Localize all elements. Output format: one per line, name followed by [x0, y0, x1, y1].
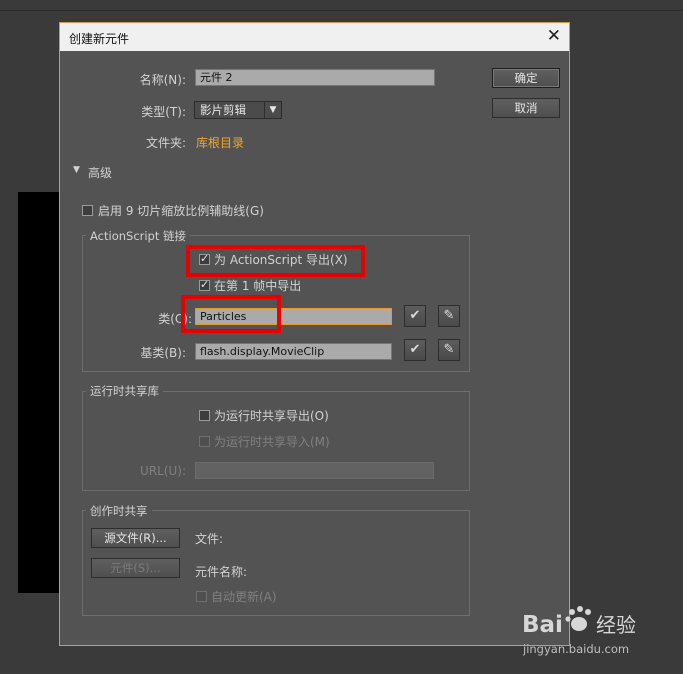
- type-select[interactable]: 影片剪辑 ▼: [194, 101, 282, 119]
- advanced-label[interactable]: 高级: [88, 164, 112, 181]
- dialog-titlebar: 创建新元件 ✕: [60, 23, 569, 51]
- url-label: URL(U):: [140, 464, 186, 478]
- name-input[interactable]: 元件 2: [195, 69, 435, 86]
- authoring-shared-group-title: 创作时共享: [86, 503, 152, 519]
- close-icon[interactable]: ✕: [547, 26, 561, 46]
- edit-base-class-pencil-icon[interactable]: ✎: [438, 339, 460, 361]
- base-class-input[interactable]: flash.display.MovieClip: [195, 343, 392, 360]
- export-runtime-label: 为运行时共享导出(O): [214, 409, 329, 423]
- auto-update-label: 自动更新(A): [211, 590, 277, 604]
- highlight-box-export-as: [186, 245, 365, 277]
- source-file-button[interactable]: 源文件(R)...: [91, 528, 180, 548]
- folder-link[interactable]: 库根目录: [196, 134, 244, 151]
- dialog-title: 创建新元件: [69, 32, 130, 46]
- file-label: 文件:: [195, 532, 224, 546]
- import-runtime-label: 为运行时共享导入(M): [214, 435, 330, 449]
- symbol-name-label: 元件名称:: [195, 565, 248, 579]
- folder-label: 文件夹:: [145, 136, 186, 150]
- validate-class-icon[interactable]: ✔: [404, 305, 426, 327]
- class-label: 类(C):: [158, 312, 192, 326]
- export-in-frame1-label: 在第 1 帧中导出: [214, 279, 302, 293]
- import-runtime-checkbox[interactable]: [199, 436, 210, 447]
- export-runtime-checkbox[interactable]: [199, 410, 210, 421]
- symbol-button[interactable]: 元件(S)...: [91, 558, 180, 578]
- cancel-button[interactable]: 取消: [492, 98, 560, 118]
- ok-button[interactable]: 确定: [492, 68, 560, 88]
- baidu-jingyan-watermark-logo: Bai 经验: [520, 602, 650, 642]
- actionscript-group-title: ActionScript 链接: [86, 228, 191, 244]
- top-divider: [0, 10, 683, 11]
- auto-update-checkbox[interactable]: [196, 591, 207, 602]
- url-input[interactable]: [195, 462, 434, 479]
- watermark-url: jingyan.baidu.com: [523, 642, 630, 656]
- svg-text:Bai: Bai: [522, 612, 563, 638]
- type-select-value: 影片剪辑: [200, 103, 246, 117]
- runtime-shared-group-title: 运行时共享库: [86, 383, 163, 399]
- enable-9slice-label: 启用 9 切片缩放比例辅助线(G): [98, 204, 264, 218]
- name-label: 名称(N):: [139, 73, 186, 87]
- type-label: 类型(T):: [141, 105, 186, 119]
- base-class-label: 基类(B):: [140, 346, 186, 360]
- svg-text:经验: 经验: [596, 613, 636, 637]
- export-in-frame1-checkbox[interactable]: [199, 278, 210, 291]
- chevron-down-icon: ▼: [264, 102, 281, 118]
- stage-background: [18, 192, 62, 593]
- enable-9slice-checkbox[interactable]: [82, 205, 93, 216]
- highlight-box-class: [181, 295, 281, 333]
- create-symbol-dialog: 创建新元件 ✕ 名称(N): 元件 2 类型(T): 影片剪辑 ▼ 文件夹: 库…: [59, 22, 570, 646]
- edit-class-pencil-icon[interactable]: ✎: [438, 305, 460, 327]
- validate-base-class-icon[interactable]: ✔: [404, 339, 426, 361]
- advanced-toggle-icon[interactable]: ▼: [73, 165, 80, 175]
